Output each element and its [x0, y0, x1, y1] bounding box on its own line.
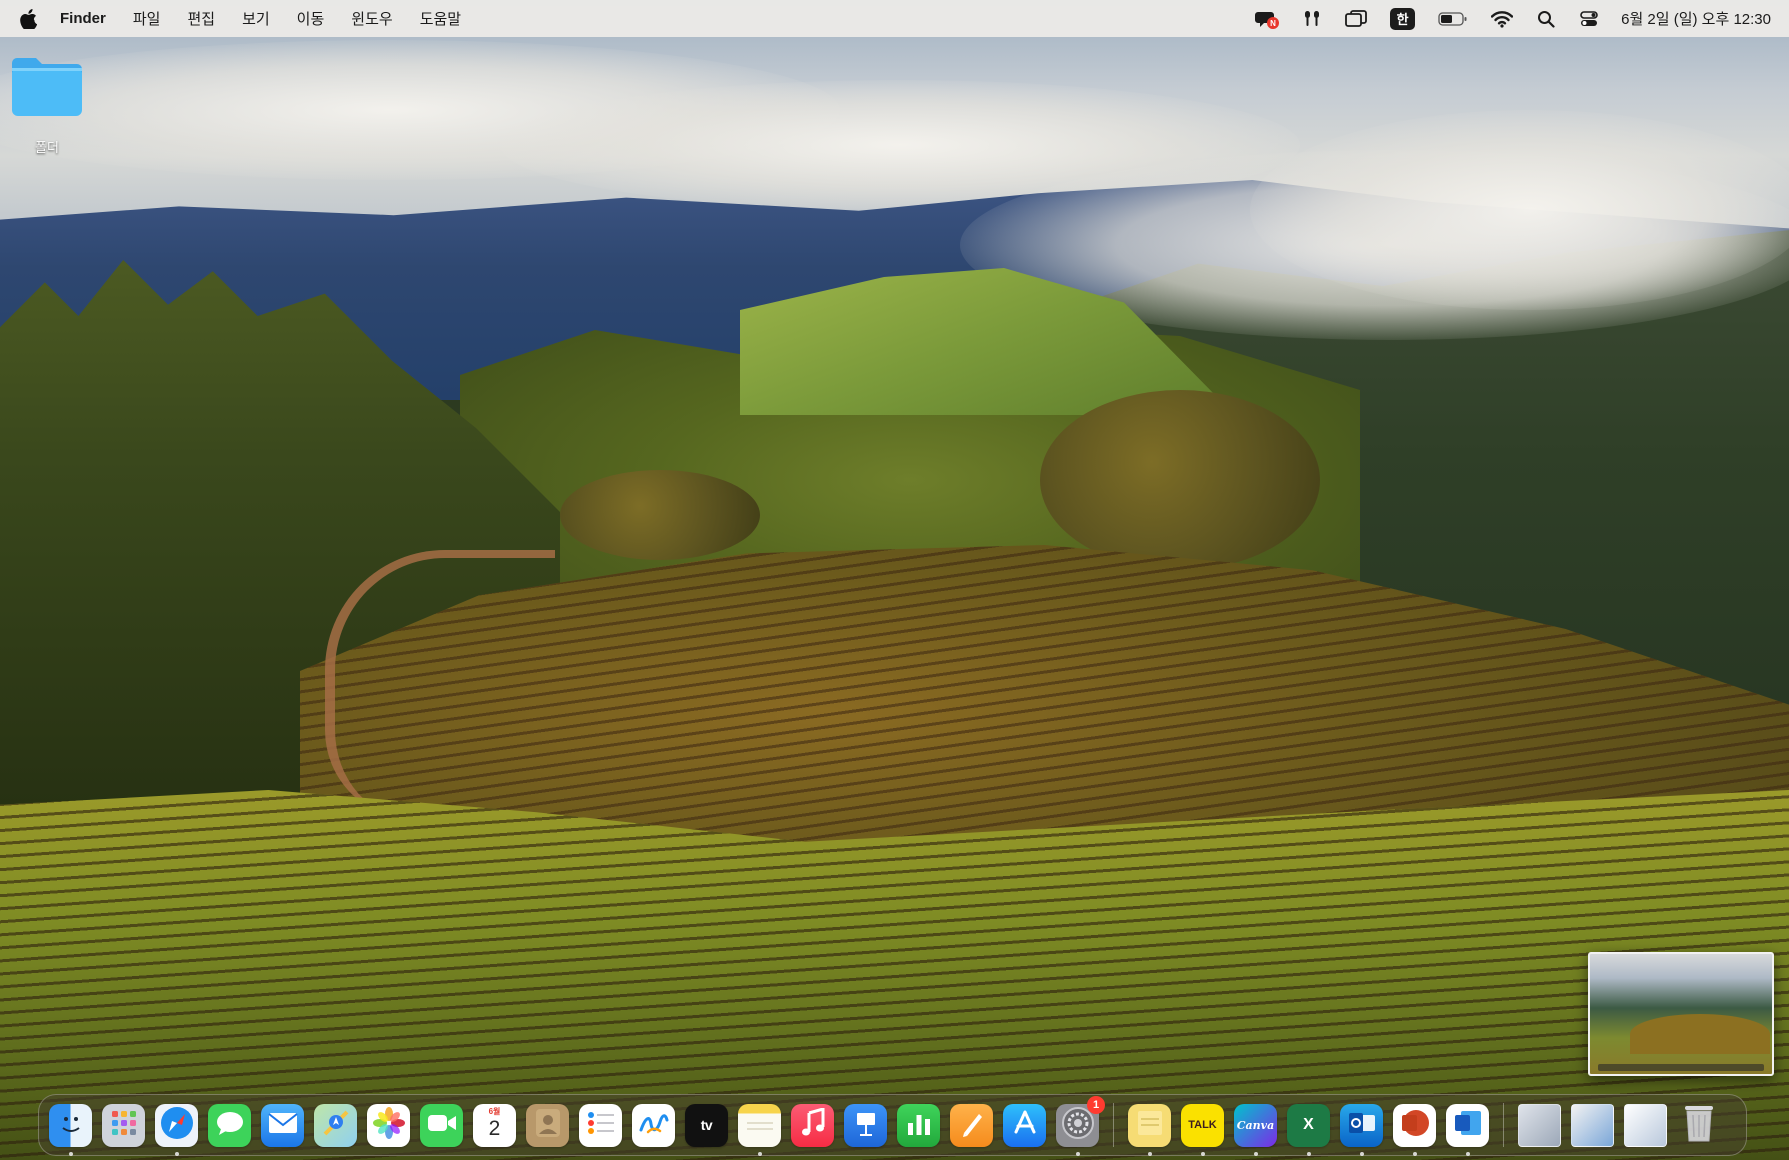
- kakaotalk-icon: TALK: [1188, 1119, 1217, 1131]
- dock-word[interactable]: [1446, 1103, 1489, 1156]
- wallpaper-oak-trees: [1040, 390, 1320, 570]
- dock-safari[interactable]: [155, 1103, 198, 1156]
- calendar-month-label: 6월: [488, 1106, 501, 1116]
- menu-file[interactable]: 파일: [133, 8, 161, 29]
- menu-bar-status-area: N 한 6월 2일 (일) 오후 12:30: [1232, 7, 1771, 31]
- menu-bar: Finder 파일 편집 보기 이동 윈도우 도움말 N 한 6월 2일 (일)…: [0, 0, 1789, 37]
- dock-reminders[interactable]: [579, 1103, 622, 1147]
- dock-facetime[interactable]: [420, 1103, 463, 1147]
- control-center-icon[interactable]: [1579, 7, 1599, 31]
- wifi-icon[interactable]: [1491, 7, 1514, 31]
- wallpaper-fog: [1250, 110, 1789, 310]
- downloads-stack-icon: [1571, 1103, 1614, 1147]
- dock-downloads-stack[interactable]: [1571, 1103, 1614, 1147]
- powerpoint-icon: [1399, 1107, 1431, 1144]
- menu-help[interactable]: 도움말: [420, 8, 461, 29]
- apple-tv-icon: tv: [700, 1117, 713, 1133]
- recent-document-icon: [1518, 1103, 1561, 1147]
- dock-pages[interactable]: [950, 1103, 993, 1147]
- outlook-icon: [1347, 1109, 1377, 1142]
- menu-app-name[interactable]: Finder: [60, 10, 106, 27]
- notification-badge: 1: [1087, 1095, 1105, 1114]
- dock-excel[interactable]: X: [1287, 1103, 1330, 1156]
- dock-screenshots-stack[interactable]: [1624, 1103, 1667, 1147]
- dock-system-settings[interactable]: 1: [1056, 1095, 1105, 1156]
- folder-label: 폴더: [35, 140, 59, 155]
- app-store-icon: [1010, 1108, 1040, 1143]
- trash-icon: [1682, 1103, 1716, 1148]
- screenshots-stack-icon: [1624, 1103, 1667, 1147]
- svg-text:N: N: [1270, 19, 1276, 28]
- folder-icon[interactable]: [9, 54, 85, 125]
- dock-calendar[interactable]: 6월 2: [473, 1103, 516, 1147]
- dock-stickies[interactable]: [1128, 1103, 1171, 1156]
- dock-maps[interactable]: [314, 1103, 357, 1147]
- dock-photos[interactable]: [367, 1103, 410, 1147]
- dock-kakaotalk[interactable]: TALK: [1181, 1103, 1224, 1156]
- dock-app-store[interactable]: [1003, 1103, 1046, 1147]
- dock-separator: [1503, 1103, 1504, 1147]
- word-icon: [1452, 1107, 1484, 1144]
- menu-bar-left: Finder 파일 편집 보기 이동 윈도우 도움말: [20, 8, 488, 29]
- dock-launchpad[interactable]: [102, 1103, 145, 1147]
- dock-outlook[interactable]: [1340, 1103, 1383, 1156]
- menu-edit[interactable]: 편집: [187, 8, 215, 29]
- dock-notes[interactable]: [738, 1103, 781, 1156]
- photos-icon: [372, 1106, 406, 1145]
- menu-go[interactable]: 이동: [297, 8, 325, 29]
- canva-icon: Canva: [1236, 1118, 1275, 1132]
- dock-freeform[interactable]: [632, 1103, 675, 1147]
- menu-bar-clock[interactable]: 6월 2일 (일) 오후 12:30: [1621, 8, 1771, 29]
- thumbnail-image-content: [1630, 1014, 1770, 1054]
- contacts-icon: [534, 1108, 562, 1143]
- keynote-icon: [851, 1108, 881, 1143]
- thumbnail-dock: [1598, 1064, 1764, 1071]
- apple-logo-icon[interactable]: [20, 8, 38, 29]
- dock-powerpoint[interactable]: [1393, 1103, 1436, 1156]
- wallpaper-dirt-road: [325, 550, 555, 820]
- mail-icon: [267, 1112, 298, 1139]
- input-source-icon[interactable]: 한: [1390, 7, 1416, 31]
- messages-icon: [215, 1110, 245, 1141]
- dock-music[interactable]: [791, 1103, 834, 1147]
- menu-view[interactable]: 보기: [242, 8, 270, 29]
- input-source-label: 한: [1390, 7, 1416, 30]
- dock-recent-document[interactable]: [1518, 1103, 1561, 1147]
- music-icon: [800, 1106, 826, 1143]
- reminders-icon: [586, 1109, 616, 1142]
- dock-numbers[interactable]: [897, 1103, 940, 1147]
- safari-icon: [159, 1105, 195, 1146]
- notes-icon: [745, 1110, 775, 1141]
- dock-separator: [1113, 1103, 1114, 1147]
- airpods-icon[interactable]: [1302, 7, 1322, 31]
- dock-finder[interactable]: [49, 1103, 92, 1156]
- menu-window[interactable]: 윈도우: [351, 8, 392, 29]
- dock-contacts[interactable]: [526, 1103, 569, 1147]
- dock-trash[interactable]: [1677, 1104, 1720, 1147]
- dock-messages[interactable]: [208, 1103, 251, 1147]
- desktop-wallpaper: [0, 0, 1789, 1160]
- dock-canva[interactable]: Canva: [1234, 1103, 1277, 1156]
- numbers-icon: [905, 1109, 933, 1142]
- stickies-icon: [1135, 1108, 1165, 1143]
- desktop-folder[interactable]: 폴더: [8, 54, 86, 156]
- maps-icon: [321, 1108, 351, 1143]
- launchpad-icon: [110, 1109, 138, 1142]
- dock-apple-tv[interactable]: tv: [685, 1103, 728, 1147]
- battery-icon[interactable]: [1438, 7, 1468, 31]
- excel-icon: X: [1303, 1116, 1314, 1133]
- screen-mirroring-icon[interactable]: [1345, 7, 1368, 31]
- facetime-icon: [427, 1113, 457, 1138]
- screenshot-preview-thumbnail[interactable]: [1588, 952, 1774, 1076]
- dock: 6월 2 tv 1 TALK Canva X: [38, 1094, 1747, 1156]
- spotlight-search-icon[interactable]: [1536, 7, 1556, 31]
- notification-app-icon[interactable]: N: [1255, 7, 1280, 31]
- freeform-icon: [638, 1110, 670, 1141]
- pages-icon: [958, 1109, 986, 1142]
- dock-keynote[interactable]: [844, 1103, 887, 1147]
- finder-icon: [56, 1108, 86, 1143]
- wallpaper-oak-trees: [560, 470, 760, 560]
- dock-mail[interactable]: [261, 1103, 304, 1147]
- calendar-day-label: 2: [488, 1117, 501, 1140]
